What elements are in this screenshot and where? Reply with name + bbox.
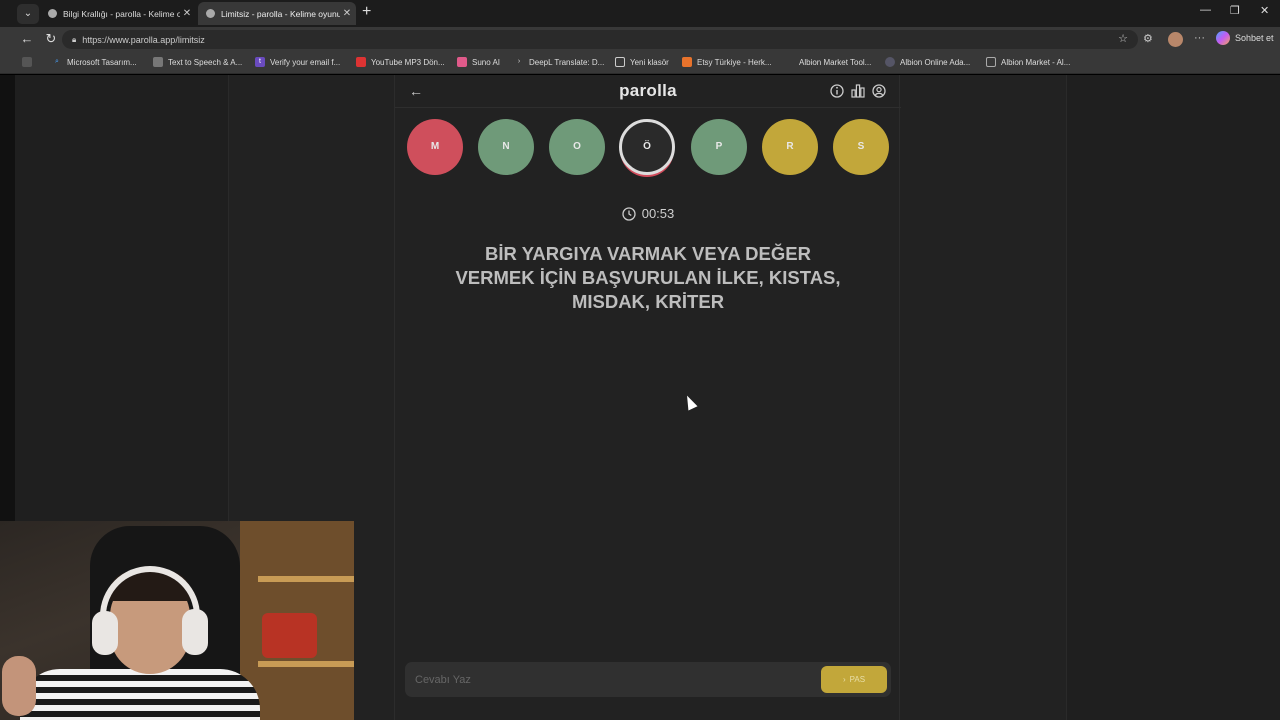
- address-bar[interactable]: 🔒︎ https://www.parolla.app/limitsiz ☆: [62, 30, 1138, 49]
- right-panel: [1066, 75, 1280, 720]
- tab-title: Limitsiz - parolla - Kelime oyunu: [221, 8, 340, 19]
- bookmark-item[interactable]: Etsy Türkiye - Herk...: [682, 57, 772, 67]
- bookmark-item[interactable]: Text to Speech & A...: [153, 57, 242, 67]
- collections-icon[interactable]: [22, 57, 37, 67]
- letter-bubble: M: [407, 119, 463, 175]
- bookmark-item[interactable]: Albion Online Ada...: [885, 57, 970, 67]
- url-text: https://www.parolla.app/limitsiz: [82, 34, 205, 45]
- pass-label: PAS: [849, 675, 866, 684]
- letter-bubble: P: [691, 119, 747, 175]
- address-row: ← ↻ 🔒︎ https://www.parolla.app/limitsiz …: [0, 27, 1280, 52]
- info-icon[interactable]: [830, 84, 844, 98]
- bookmark-item[interactable]: YouTube MP3 Dön...: [356, 57, 445, 67]
- app-logo: parolla: [619, 81, 677, 100]
- question-text: BİR YARGIYA VARMAK VEYA DEĞER VERMEK İÇİ…: [455, 243, 841, 312]
- restore-icon[interactable]: ❐: [1230, 4, 1240, 17]
- bookmark-item[interactable]: ⌕ Microsoft Tasarım...: [52, 57, 137, 67]
- bookmark-item[interactable]: Albion Market - Al...: [986, 57, 1070, 67]
- game-header: ← parolla: [395, 75, 901, 108]
- timer-value: 00:53: [641, 206, 675, 221]
- game-container: ← parolla M N O Ö P R S 00:53 BİR YARGIY…: [394, 75, 901, 720]
- letter-bubble: S: [833, 119, 889, 175]
- site-favicon-icon: [48, 9, 57, 18]
- close-window-icon[interactable]: ✕: [1260, 4, 1269, 17]
- letter-bubble: N: [478, 119, 534, 175]
- chevron-right-icon: ›: [842, 675, 846, 684]
- webcam-clothes: [262, 613, 317, 658]
- new-tab-icon[interactable]: +: [362, 3, 371, 21]
- copilot-label: Sohbet et: [1235, 33, 1274, 43]
- tab-actions-button[interactable]: ⌄: [17, 4, 39, 24]
- user-icon[interactable]: [872, 84, 886, 98]
- headphones-right: [182, 609, 208, 655]
- webcam-shelf-board: [258, 576, 354, 582]
- webcam-shelf-board: [258, 661, 354, 667]
- site-favicon-icon: [206, 9, 215, 18]
- browser-tab[interactable]: Bilgi Krallığı - parolla - Kelime oyu ✕: [40, 2, 196, 25]
- lock-icon: 🔒︎: [72, 34, 77, 44]
- refresh-icon[interactable]: ↻: [42, 30, 60, 48]
- favorite-star-icon[interactable]: ☆: [1118, 32, 1128, 45]
- bookmarks-bar: ⌕ Microsoft Tasarım... Text to Speech & A…: [0, 52, 1280, 74]
- stats-icon[interactable]: [851, 84, 865, 98]
- headphones-left: [92, 611, 118, 655]
- close-tab-icon[interactable]: ✕: [340, 8, 354, 19]
- answer-bar: › PAS: [405, 662, 891, 697]
- browser-tab-strip: ⌄ Bilgi Krallığı - parolla - Kelime oyu …: [0, 0, 1280, 27]
- webcam-shirt: [20, 669, 260, 720]
- webcam-hand: [2, 656, 36, 716]
- clock-icon: [622, 206, 636, 221]
- minimize-icon[interactable]: —: [1200, 4, 1211, 16]
- pass-button[interactable]: › PAS: [821, 666, 887, 693]
- tab-title: Bilgi Krallığı - parolla - Kelime oyu: [63, 8, 180, 19]
- copilot-button[interactable]: Sohbet et: [1216, 31, 1274, 45]
- current-letter-bubble: Ö: [619, 119, 675, 175]
- bookmark-folder[interactable]: Yeni klasör: [615, 57, 669, 67]
- letter-wheel: M N O Ö P R S: [395, 117, 901, 177]
- more-menu-icon[interactable]: ···: [1194, 32, 1205, 44]
- profile-avatar[interactable]: [1168, 32, 1183, 47]
- close-tab-icon[interactable]: ✕: [180, 8, 194, 19]
- letter-bubble: R: [762, 119, 818, 175]
- letter-bubble: O: [549, 119, 605, 175]
- webcam-overlay: [0, 521, 354, 720]
- answer-input[interactable]: [415, 671, 795, 689]
- back-icon[interactable]: ←: [18, 30, 36, 48]
- extensions-icon[interactable]: ⚙: [1143, 32, 1153, 45]
- bookmark-item[interactable]: Albion Market Tool...: [784, 57, 871, 67]
- copilot-icon: [1216, 31, 1230, 45]
- timer: 00:53: [395, 206, 901, 221]
- bookmark-item[interactable]: Suno AI: [457, 57, 500, 67]
- bookmark-item[interactable]: › DeepL Translate: D...: [514, 57, 604, 67]
- browser-tab-active[interactable]: Limitsiz - parolla - Kelime oyunu ✕: [198, 2, 356, 25]
- bookmark-item[interactable]: t Verify your email f...: [255, 57, 340, 67]
